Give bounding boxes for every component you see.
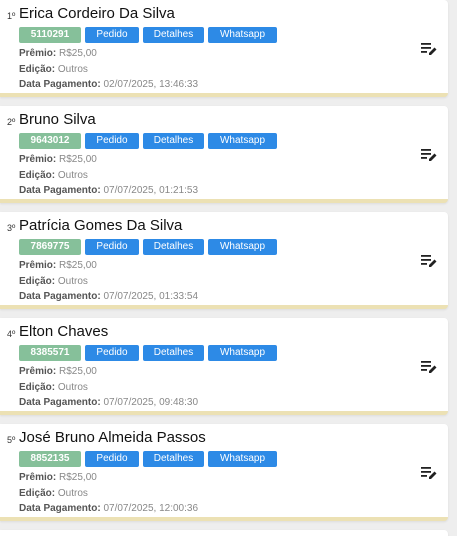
winner-name: Bruno Silva [19, 111, 96, 128]
winner-name: Elton Chaves [19, 323, 109, 340]
premio-label: Prêmio: [19, 48, 57, 59]
edicao-label: Edição: [19, 170, 56, 181]
data-pagamento-line: Data Pagamento: 07/07/2025, 01:33:54 [19, 291, 198, 302]
button-row: 8385571 Pedido Detalhes Whatsapp [19, 345, 277, 361]
edicao-value: Outros [57, 488, 88, 499]
edicao-label: Edição: [19, 64, 56, 75]
premio-line: Prêmio: R$25,00 [19, 154, 97, 165]
winner-name: Patrícia Gomes Da Silva [19, 217, 183, 234]
data-pagamento-line: Data Pagamento: 07/07/2025, 09:48:30 [19, 397, 198, 408]
detalhes-button[interactable]: Detalhes [143, 133, 204, 149]
detalhes-button[interactable]: Detalhes [143, 451, 204, 467]
rank-label: 3º [7, 223, 16, 233]
button-row: 8852135 Pedido Detalhes Whatsapp [19, 451, 277, 467]
premio-label: Prêmio: [19, 472, 57, 483]
detalhes-button[interactable]: Detalhes [143, 27, 204, 43]
data-pagamento-value: 07/07/2025, 01:21:53 [103, 185, 198, 196]
winner-card: 3º Patrícia Gomes Da Silva 7869775 Pedid… [0, 212, 448, 309]
edicao-value: Outros [57, 64, 88, 75]
data-pagamento-label: Data Pagamento: [19, 185, 101, 196]
whatsapp-button[interactable]: Whatsapp [208, 345, 277, 361]
rank-label: 5º [7, 435, 16, 445]
winner-name: José Bruno Almeida Passos [19, 429, 206, 446]
data-pagamento-label: Data Pagamento: [19, 79, 101, 90]
edicao-line: Edição: Outros [19, 170, 88, 181]
playlist-edit-icon[interactable] [421, 42, 437, 56]
detalhes-button[interactable]: Detalhes [143, 345, 204, 361]
winner-card-partial [0, 530, 448, 536]
data-pagamento-value: 07/07/2025, 12:00:36 [103, 503, 198, 514]
playlist-edit-icon[interactable] [421, 254, 437, 268]
whatsapp-button[interactable]: Whatsapp [208, 451, 277, 467]
ticket-code-badge: 9643012 [19, 133, 81, 149]
playlist-edit-icon[interactable] [421, 360, 437, 374]
rank-label: 1º [7, 11, 16, 21]
pedido-button[interactable]: Pedido [85, 133, 139, 149]
premio-value: R$25,00 [59, 472, 97, 483]
ticket-code-badge: 8385571 [19, 345, 81, 361]
pedido-button[interactable]: Pedido [85, 345, 139, 361]
whatsapp-button[interactable]: Whatsapp [208, 133, 277, 149]
winner-name: Erica Cordeiro Da Silva [19, 5, 175, 22]
data-pagamento-value: 07/07/2025, 09:48:30 [103, 397, 198, 408]
detalhes-button[interactable]: Detalhes [143, 239, 204, 255]
edicao-value: Outros [57, 170, 88, 181]
edicao-line: Edição: Outros [19, 64, 88, 75]
ticket-code-badge: 7869775 [19, 239, 81, 255]
button-row: 5110291 Pedido Detalhes Whatsapp [19, 27, 277, 43]
rank-label: 4º [7, 329, 16, 339]
premio-value: R$25,00 [59, 260, 97, 271]
premio-label: Prêmio: [19, 366, 57, 377]
edicao-label: Edição: [19, 382, 56, 393]
premio-value: R$25,00 [59, 366, 97, 377]
whatsapp-button[interactable]: Whatsapp [208, 239, 277, 255]
data-pagamento-line: Data Pagamento: 07/07/2025, 01:21:53 [19, 185, 198, 196]
edicao-value: Outros [57, 382, 88, 393]
edicao-line: Edição: Outros [19, 488, 88, 499]
data-pagamento-label: Data Pagamento: [19, 291, 101, 302]
whatsapp-button[interactable]: Whatsapp [208, 27, 277, 43]
rank-label: 2º [7, 117, 16, 127]
premio-line: Prêmio: R$25,00 [19, 366, 97, 377]
playlist-edit-icon[interactable] [421, 148, 437, 162]
premio-value: R$25,00 [59, 48, 97, 59]
ticket-code-badge: 8852135 [19, 451, 81, 467]
premio-line: Prêmio: R$25,00 [19, 48, 97, 59]
premio-line: Prêmio: R$25,00 [19, 260, 97, 271]
pedido-button[interactable]: Pedido [85, 239, 139, 255]
winner-card: 4º Elton Chaves 8385571 Pedido Detalhes … [0, 318, 448, 415]
winner-card: 5º José Bruno Almeida Passos 8852135 Ped… [0, 424, 448, 521]
ticket-code-badge: 5110291 [19, 27, 81, 43]
premio-line: Prêmio: R$25,00 [19, 472, 97, 483]
playlist-edit-icon[interactable] [421, 466, 437, 480]
winner-card: 1º Erica Cordeiro Da Silva 5110291 Pedid… [0, 0, 448, 97]
pedido-button[interactable]: Pedido [85, 451, 139, 467]
edicao-line: Edição: Outros [19, 276, 88, 287]
edicao-value: Outros [57, 276, 88, 287]
data-pagamento-label: Data Pagamento: [19, 397, 101, 408]
button-row: 9643012 Pedido Detalhes Whatsapp [19, 133, 277, 149]
edicao-line: Edição: Outros [19, 382, 88, 393]
premio-label: Prêmio: [19, 260, 57, 271]
data-pagamento-value: 07/07/2025, 01:33:54 [103, 291, 198, 302]
winner-card: 2º Bruno Silva 9643012 Pedido Detalhes W… [0, 106, 448, 203]
data-pagamento-label: Data Pagamento: [19, 503, 101, 514]
premio-label: Prêmio: [19, 154, 57, 165]
data-pagamento-line: Data Pagamento: 02/07/2025, 13:46:33 [19, 79, 198, 90]
pedido-button[interactable]: Pedido [85, 27, 139, 43]
edicao-label: Edição: [19, 488, 56, 499]
premio-value: R$25,00 [59, 154, 97, 165]
data-pagamento-line: Data Pagamento: 07/07/2025, 12:00:36 [19, 503, 198, 514]
data-pagamento-value: 02/07/2025, 13:46:33 [103, 79, 198, 90]
edicao-label: Edição: [19, 276, 56, 287]
button-row: 7869775 Pedido Detalhes Whatsapp [19, 239, 277, 255]
